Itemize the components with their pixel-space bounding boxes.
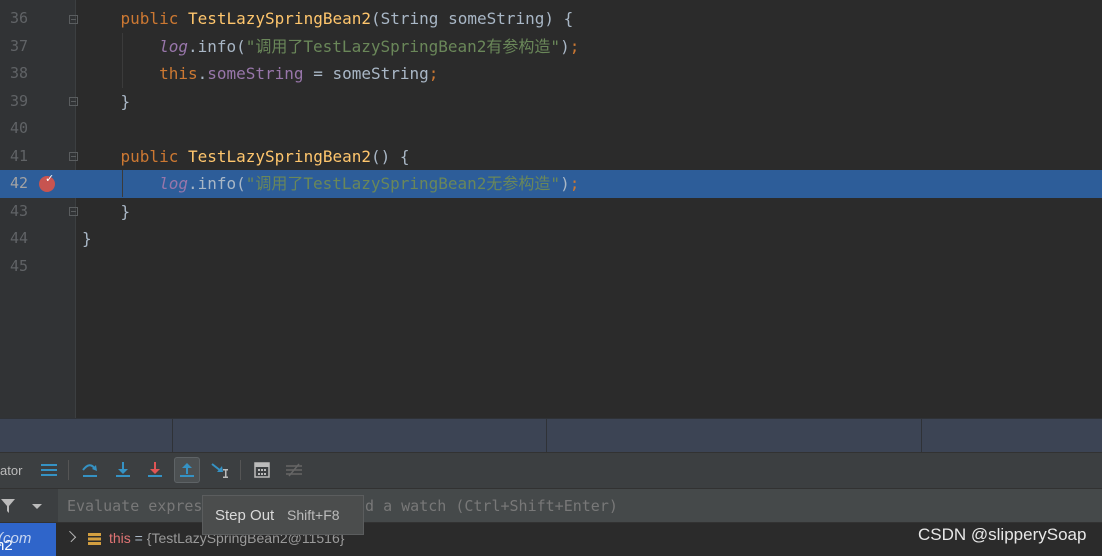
line-number[interactable]: 37 [0, 33, 28, 61]
variable-name: this [109, 530, 131, 546]
code-line[interactable]: 39 } [0, 88, 1102, 116]
tooltip-shortcut: Shift+F8 [287, 507, 340, 523]
field-icon [88, 533, 101, 546]
variable-equals: = [130, 530, 147, 546]
fold-icon[interactable] [69, 152, 78, 161]
step-into-icon[interactable] [110, 457, 136, 483]
line-number[interactable]: 38 [0, 60, 28, 88]
filter-icon[interactable] [0, 498, 46, 518]
code-line[interactable]: 37 log.info("调用了TestLazySpringBean2有参构造"… [0, 33, 1102, 61]
indent-guide [122, 33, 123, 88]
code-line[interactable]: 45 [0, 253, 1102, 281]
code-editor[interactable]: 36 public TestLazySpringBean2(String som… [0, 0, 1102, 418]
code-line[interactable]: 41 public TestLazySpringBean2() { [0, 143, 1102, 171]
line-number[interactable]: 43 [0, 198, 28, 226]
code-text: log.info("调用了TestLazySpringBean2无参构造"); [159, 174, 580, 193]
watermark: CSDN @slipperySoap [918, 525, 1087, 544]
code-text: } [120, 91, 131, 111]
code-text: public TestLazySpringBean2() { [120, 146, 410, 166]
step-out-tooltip: Step Out Shift+F8 [202, 495, 364, 535]
code-text: public TestLazySpringBean2(String someSt… [120, 9, 574, 28]
expand-chevron-icon[interactable] [64, 530, 77, 543]
evaluate-expression-icon[interactable] [249, 457, 275, 483]
stack-frame-item[interactable]: n2 (com [0, 523, 56, 556]
threads-menu-icon[interactable] [36, 457, 62, 483]
frame-label: n2 [0, 537, 13, 554]
indent-guide [122, 170, 123, 197]
fold-icon[interactable] [69, 97, 78, 106]
trace-stream-icon[interactable] [281, 457, 307, 483]
run-to-cursor-icon[interactable] [207, 457, 233, 483]
code-text: this.someString = someString; [159, 64, 439, 83]
force-step-into-icon[interactable] [142, 457, 168, 483]
code-text: log.info("调用了TestLazySpringBean2有参构造"); [159, 36, 580, 56]
line-number[interactable]: 36 [0, 5, 28, 33]
code-line[interactable]: 36 public TestLazySpringBean2(String som… [0, 5, 1102, 33]
code-line[interactable]: 42 log.info("调用了TestLazySpringBean2无参构造"… [0, 170, 1102, 198]
tooltip-title: Step Out [215, 507, 275, 524]
code-text: } [82, 229, 92, 248]
debug-tab-strip [0, 418, 1102, 453]
line-number[interactable]: 39 [0, 88, 28, 116]
evaluate-bar: Evaluate expres d a watch (Ctrl+Shift+En… [0, 488, 1102, 523]
line-number[interactable]: 42 [0, 170, 28, 198]
code-text: } [120, 201, 131, 221]
code-line[interactable]: 38 this.someString = someString; [0, 60, 1102, 88]
line-number[interactable]: 40 [0, 115, 28, 143]
step-out-button[interactable] [174, 457, 200, 483]
fold-icon[interactable] [69, 207, 78, 216]
breakpoint-icon[interactable] [39, 172, 55, 192]
line-number[interactable]: 44 [0, 225, 28, 253]
step-over-icon[interactable] [77, 457, 103, 483]
code-line[interactable]: 40 [0, 115, 1102, 143]
code-line[interactable]: 44} [0, 225, 1102, 253]
code-line[interactable]: 43 } [0, 198, 1102, 226]
debug-toolbar: ator [0, 452, 1102, 488]
line-number[interactable]: 41 [0, 143, 28, 171]
panel-label: ator [0, 463, 23, 478]
line-number[interactable]: 45 [0, 253, 28, 281]
fold-icon[interactable] [69, 15, 78, 24]
